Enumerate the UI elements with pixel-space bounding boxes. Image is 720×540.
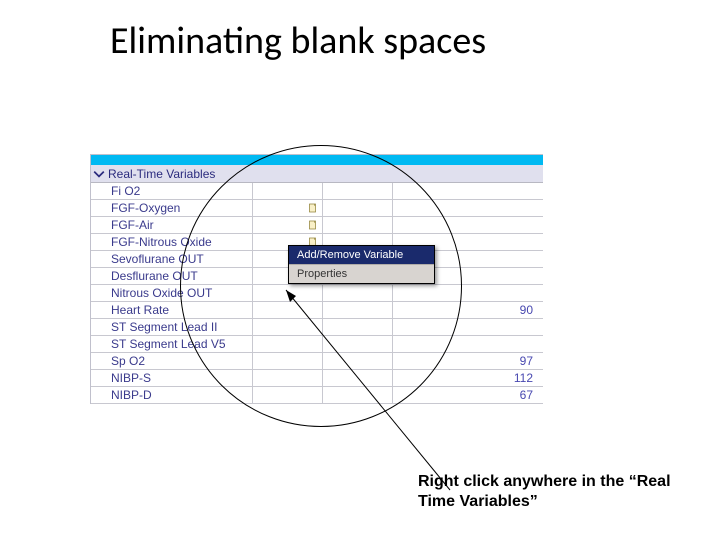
cell (253, 302, 323, 318)
cell (253, 319, 323, 335)
section-header-label: Real-Time Variables (108, 167, 215, 181)
variable-label: Nitrous Oxide OUT (91, 285, 253, 301)
menu-add-remove-variable[interactable]: Add/Remove Variable (289, 246, 434, 265)
cell (253, 200, 323, 216)
value-cell (393, 285, 543, 301)
value-cell: 97 (393, 353, 543, 369)
variable-label: Sevoflurane OUT (91, 251, 253, 267)
cell (323, 285, 393, 301)
table-row[interactable]: FGF-Oxygen (91, 200, 543, 217)
cell (253, 370, 323, 386)
caption-text: Right click anywhere in the “Real Time V… (418, 472, 708, 512)
cell (253, 353, 323, 369)
variable-label: NIBP-S (91, 370, 253, 386)
cell (323, 302, 393, 318)
cell (253, 285, 323, 301)
value-cell (393, 319, 543, 335)
cell (323, 319, 393, 335)
document-icon (308, 203, 318, 213)
cell (253, 387, 323, 403)
cell (323, 183, 393, 199)
table-row[interactable]: ST Segment Lead V5 (91, 336, 543, 353)
cell (253, 183, 323, 199)
cell (323, 217, 393, 233)
value-cell: 112 (393, 370, 543, 386)
cell (323, 370, 393, 386)
variable-label: ST Segment Lead V5 (91, 336, 253, 352)
variable-label: Sp O2 (91, 353, 253, 369)
menu-properties[interactable]: Properties (289, 265, 434, 283)
variable-label: ST Segment Lead II (91, 319, 253, 335)
cell (323, 200, 393, 216)
document-icon (308, 220, 318, 230)
table-row[interactable]: Fi O2 (91, 183, 543, 200)
table-row[interactable]: Sp O2 97 (91, 353, 543, 370)
cell (323, 387, 393, 403)
value-cell: 67 (393, 387, 543, 403)
variable-label: Desflurane OUT (91, 268, 253, 284)
cell (323, 353, 393, 369)
table-row[interactable]: NIBP-S 112 (91, 370, 543, 387)
variable-label: FGF-Nitrous Oxide (91, 234, 253, 250)
context-menu: Add/Remove Variable Properties (288, 245, 435, 284)
variable-label: Fi O2 (91, 183, 253, 199)
value-cell (393, 200, 543, 216)
table-row[interactable]: ST Segment Lead II (91, 319, 543, 336)
slide-title: Eliminating blank spaces (110, 18, 486, 64)
table-row[interactable]: Heart Rate 90 (91, 302, 543, 319)
value-cell: 90 (393, 302, 543, 318)
table-row[interactable]: FGF-Air (91, 217, 543, 234)
variable-label: FGF-Air (91, 217, 253, 233)
chevron-down-icon (93, 168, 105, 180)
value-cell (393, 183, 543, 199)
table-row[interactable]: NIBP-D 67 (91, 387, 543, 404)
variable-label: Heart Rate (91, 302, 253, 318)
cell (323, 336, 393, 352)
variable-label: NIBP-D (91, 387, 253, 403)
cell (253, 336, 323, 352)
table-row[interactable]: Nitrous Oxide OUT (91, 285, 543, 302)
cell (253, 217, 323, 233)
panel-titlebar (91, 155, 543, 165)
value-cell (393, 336, 543, 352)
section-header[interactable]: Real-Time Variables (91, 165, 543, 183)
variable-label: FGF-Oxygen (91, 200, 253, 216)
value-cell (393, 217, 543, 233)
